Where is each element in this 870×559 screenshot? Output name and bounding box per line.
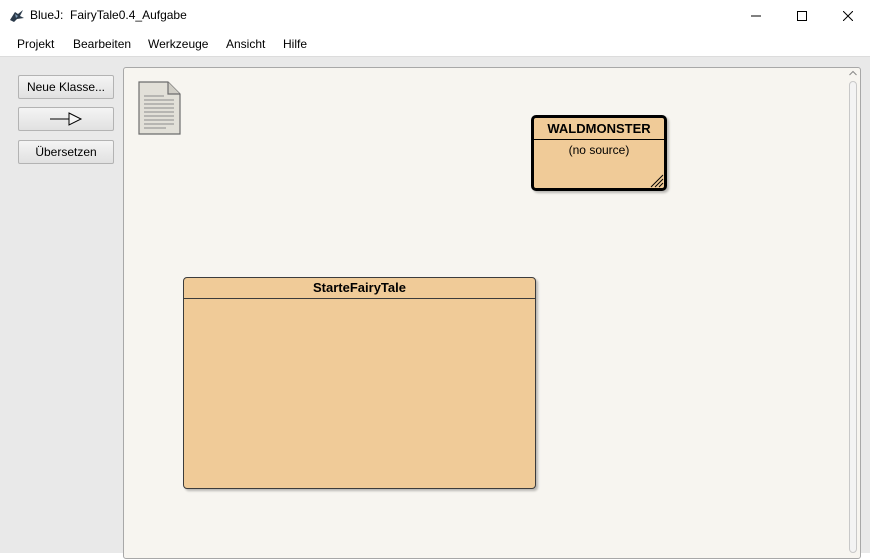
- new-class-button[interactable]: Neue Klasse...: [18, 75, 114, 99]
- scrollbar-thumb[interactable]: [849, 81, 857, 553]
- project-name: FairyTale0.4_Aufgabe: [70, 8, 187, 22]
- class-subtitle: (no source): [568, 143, 630, 157]
- class-name: WALDMONSTER: [534, 118, 664, 140]
- menu-hilfe[interactable]: Hilfe: [283, 37, 307, 51]
- maximize-button[interactable]: [779, 0, 825, 31]
- title-bar: BlueJ: FairyTale0.4_Aufgabe: [0, 0, 870, 31]
- scroll-up-icon[interactable]: [849, 70, 857, 76]
- menu-werkzeuge[interactable]: Werkzeuge: [148, 37, 208, 51]
- resize-handle-icon[interactable]: [648, 172, 664, 188]
- inheritance-arrow-icon: [50, 112, 83, 126]
- menu-bearbeiten[interactable]: Bearbeiten: [73, 37, 131, 51]
- menu-projekt[interactable]: Projekt: [17, 37, 54, 51]
- document-icon[interactable]: [136, 80, 182, 136]
- app-name: BlueJ:: [30, 8, 64, 22]
- class-box-waldmonster[interactable]: WALDMONSTER (no source): [531, 115, 667, 191]
- class-name: StarteFairyTale: [184, 278, 535, 299]
- compile-button[interactable]: Übersetzen: [18, 140, 114, 164]
- minimize-button[interactable]: [733, 0, 779, 31]
- class-box-startefairytale[interactable]: StarteFairyTale: [183, 277, 536, 489]
- menu-bar: Projekt Bearbeiten Werkzeuge Ansicht Hil…: [0, 31, 870, 57]
- maximize-icon: [797, 10, 807, 21]
- close-button[interactable]: [825, 0, 870, 31]
- minimize-icon: [751, 15, 761, 16]
- window-title: BlueJ: FairyTale0.4_Aufgabe: [30, 8, 187, 22]
- bluej-bird-icon: [10, 10, 24, 22]
- menu-ansicht[interactable]: Ansicht: [226, 37, 265, 51]
- close-icon: [843, 10, 853, 21]
- new-inheritance-button[interactable]: [18, 107, 114, 131]
